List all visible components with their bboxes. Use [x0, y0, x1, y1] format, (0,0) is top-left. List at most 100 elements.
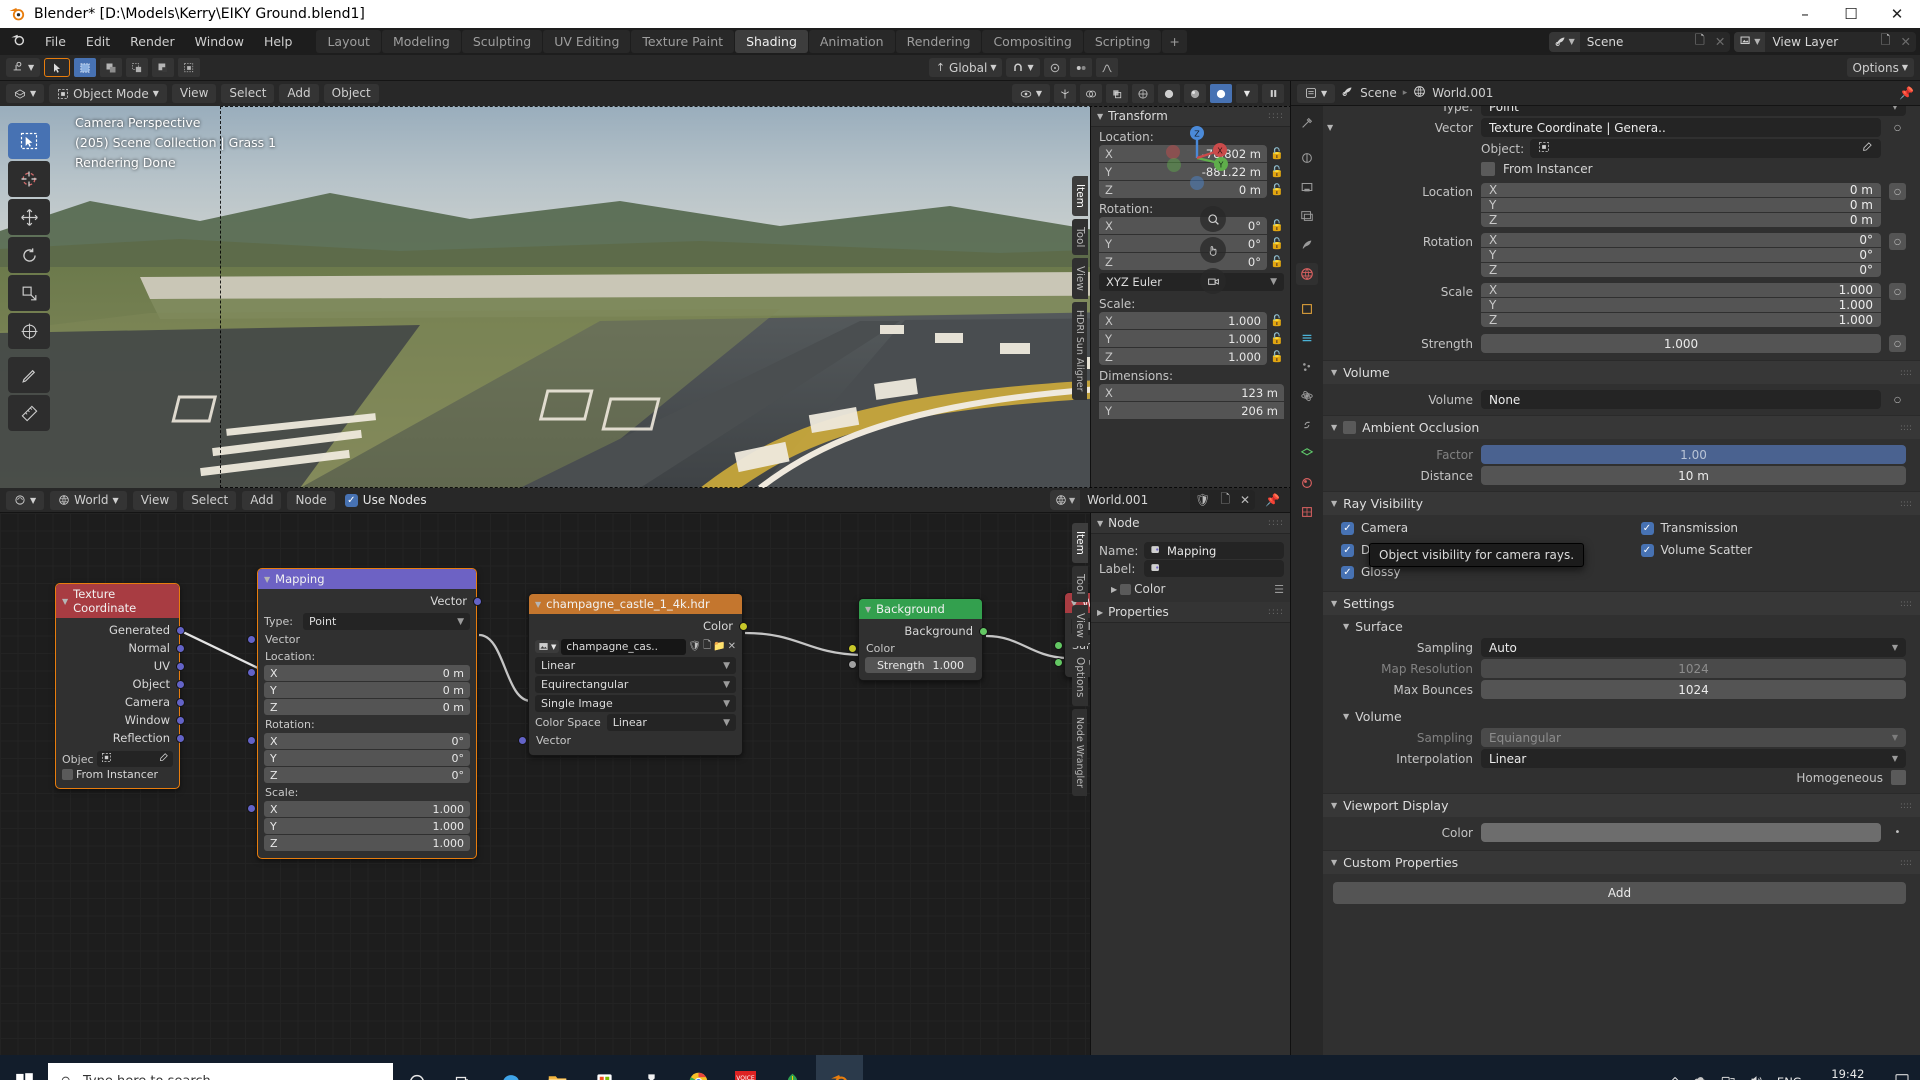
properties-tab-object[interactable] [1296, 298, 1318, 320]
env-image-row[interactable]: ▼ champagne_cas.. 🛡 🗋 📁 ✕ [535, 638, 736, 655]
workspace-tab-texture-paint[interactable]: Texture Paint [631, 30, 735, 53]
rotation-mode-dropdown[interactable]: XYZ Euler ▼ [1099, 273, 1284, 291]
properties-tab-view-layer[interactable] [1296, 205, 1318, 227]
custom-properties-add-button[interactable]: Add [1333, 882, 1906, 904]
animate-color-icon[interactable]: • [1889, 824, 1906, 841]
taskbar-search-box[interactable]: Type here to search [48, 1062, 393, 1080]
socket-row-mapping-vector-out[interactable]: Vector [258, 592, 482, 610]
measure-tool-icon[interactable] [8, 395, 50, 431]
node-panel-header[interactable]: ▼ Node :::: [1091, 513, 1290, 534]
rotation-y-lock-icon[interactable]: 🔓 [1270, 237, 1284, 250]
irish-icon[interactable] [769, 1055, 816, 1080]
shading-solid-icon[interactable] [1158, 84, 1180, 103]
object-mode-dropdown[interactable]: Object Mode ▼ [49, 84, 167, 103]
env-interpolation-dropdown[interactable]: Linear ▼ [535, 657, 736, 674]
settings-map-resolution-row[interactable]: Map Resolution 1024 [1323, 659, 1906, 678]
microsoft-store-icon[interactable] [581, 1055, 628, 1080]
blender-menu-logo-icon[interactable] [4, 32, 35, 51]
surface-rotation-z[interactable]: Z 0° [1481, 263, 1881, 277]
ao-factor-row[interactable]: Factor 1.00 [1323, 445, 1906, 464]
env-image-name[interactable]: champagne_cas.. [561, 638, 687, 655]
tweak-tool-icon[interactable] [8, 123, 50, 159]
surface-vector-value[interactable]: Texture Coordinate | Genera.. [1481, 118, 1881, 137]
background-color-row[interactable]: Color [848, 640, 982, 657]
folder-icon[interactable]: 📁 [713, 641, 725, 652]
expand-triangle-icon[interactable]: ▶ [1111, 585, 1117, 594]
snap-magnet-icon[interactable]: ▼ [1006, 58, 1040, 77]
env-source-dropdown[interactable]: Single Image ▼ [535, 695, 736, 712]
camera-view-icon[interactable] [1200, 268, 1226, 294]
camera-checkbox-icon[interactable]: ✓ [1341, 521, 1354, 535]
menu-help[interactable]: Help [254, 31, 303, 52]
ray-visibility-glossy[interactable]: ✓ Glossy [1341, 565, 1607, 579]
socket-row-window[interactable]: Window [56, 711, 185, 729]
menu-edit[interactable]: Edit [76, 31, 120, 52]
node-sidebar-tab-item[interactable]: Item [1072, 523, 1088, 563]
new-world-button[interactable]: 🗋 [1215, 490, 1235, 510]
volume-row[interactable]: Volume None ○ [1323, 390, 1906, 409]
mapping-rotation-z-value[interactable]: 0° [452, 769, 465, 782]
menu-render[interactable]: Render [120, 31, 185, 52]
ray-visibility-section-header[interactable]: ▼ Ray Visibility :::: [1323, 491, 1920, 515]
workspace-tab-layout[interactable]: Layout [316, 30, 381, 53]
socket-world-output-surface[interactable] [1054, 641, 1063, 650]
ambient-occlusion-checkbox[interactable] [1343, 421, 1357, 434]
mapping-type-dropdown[interactable]: Point ▼ [303, 613, 470, 630]
socket-normal[interactable] [176, 644, 185, 653]
properties-tab-texture[interactable] [1296, 501, 1318, 523]
workspace-tab-sculpting[interactable]: Sculpting [461, 30, 543, 53]
breadcrumb-world-icon[interactable] [1413, 85, 1426, 101]
view-layer-selector[interactable]: ▼ View Layer 🗋 ✕ [1734, 31, 1916, 52]
node-name-value[interactable]: Mapping [1167, 544, 1216, 558]
properties-editor[interactable]: ▼ Scene ▸ World.001 📌 Type: Point ▼ ▼ Ve… [1290, 81, 1920, 1080]
scene-selector[interactable]: ▼ Scene 🗋 ✕ [1548, 31, 1731, 52]
viewport-gizmo-toggle-icon[interactable] [1054, 84, 1076, 103]
proportional-falloff-icon[interactable] [1095, 58, 1118, 77]
rotation-z-lock-icon[interactable]: 🔓 [1270, 255, 1284, 268]
collapse-triangle-icon[interactable]: ▼ [1343, 622, 1349, 631]
animate-scale-icon[interactable]: ○ [1889, 283, 1906, 300]
surface-vector-row[interactable]: ▼ Vector Texture Coordinate | Genera.. ○ [1323, 118, 1906, 137]
animate-property-icon[interactable]: ○ [1889, 119, 1906, 136]
collapse-triangle-icon[interactable]: ▼ [1331, 499, 1337, 508]
workspace-tab-rendering[interactable]: Rendering [895, 30, 982, 53]
surface-rotation-group[interactable]: Rotation X 0° Y 0° Z 0° ○ [1323, 233, 1906, 277]
volume-icon[interactable] [1749, 1073, 1764, 1080]
node-header-background[interactable]: ▼ Background [859, 599, 982, 619]
delete-view-layer-button[interactable]: ✕ [1896, 34, 1916, 49]
node-header-texture-coordinate[interactable]: ▼ Texture Coordinate [56, 584, 179, 618]
workspace-tab-modeling[interactable]: Modeling [381, 30, 461, 53]
socket-camera[interactable] [176, 698, 185, 707]
start-button[interactable] [0, 1055, 48, 1080]
scene-icon[interactable]: ▼ [1548, 31, 1580, 52]
shading-rendered-icon[interactable] [1210, 84, 1232, 103]
settings-volume-subheader[interactable]: ▼ Volume [1323, 705, 1920, 726]
show-hidden-icons-icon[interactable]: ^ [1670, 1075, 1680, 1080]
mapping-location-z[interactable]: Z 0 m [264, 699, 470, 715]
diffuse-checkbox-icon[interactable]: ✓ [1341, 543, 1354, 557]
properties-tab-physics[interactable] [1296, 385, 1318, 407]
socket-env-vector[interactable] [518, 736, 527, 745]
node-properties-panel-header[interactable]: ▶ Properties :::: [1091, 602, 1290, 623]
shading-dropdown-icon[interactable]: ▼ [1236, 84, 1258, 103]
collapse-triangle-icon[interactable]: ▼ [1327, 123, 1333, 132]
mapping-scale-z-value[interactable]: 1.000 [433, 837, 465, 850]
env-colorspace-row[interactable]: Color Space Linear ▼ [535, 714, 736, 731]
viewport-menu-add[interactable]: Add [279, 84, 319, 103]
close-icon[interactable]: ✕ [728, 641, 736, 652]
homogeneous-checkbox[interactable] [1891, 770, 1906, 785]
socket-world-output-volume[interactable] [1054, 658, 1063, 667]
pan-hand-icon[interactable] [1200, 237, 1226, 263]
breadcrumb-scene-icon[interactable] [1341, 85, 1354, 101]
surface-rotation-y[interactable]: Y 0° [1481, 248, 1881, 262]
new-view-layer-button[interactable]: 🗋 [1875, 32, 1895, 52]
socket-object[interactable] [176, 680, 185, 689]
move-tool-icon[interactable] [8, 199, 50, 235]
node-mapping[interactable]: ▼ Mapping Vector Type: Point ▼ Vector Lo… [247, 568, 482, 859]
node-collapse-icon[interactable]: ▼ [535, 600, 541, 609]
mapping-vector-input-row[interactable]: Vector [247, 631, 476, 648]
options-button[interactable]: Options ▼ [1846, 58, 1914, 77]
socket-row-env-color-out[interactable]: Color [529, 617, 748, 635]
mapping-scale-x[interactable]: X 1.000 [247, 801, 470, 817]
scale-y-lock-icon[interactable]: 🔓 [1270, 332, 1284, 345]
